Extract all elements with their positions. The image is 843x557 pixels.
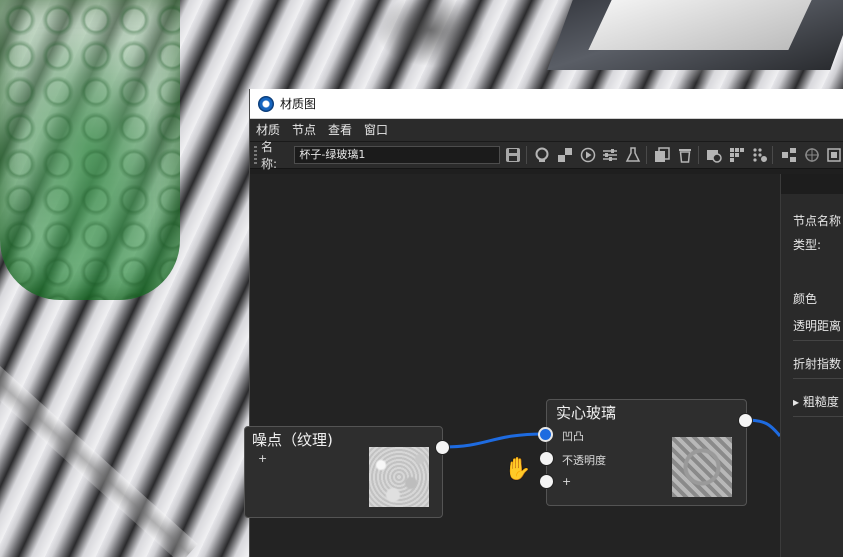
crosshair-icon[interactable]	[802, 145, 822, 165]
noise-texture-node[interactable]: 噪点（纹理) +	[244, 426, 443, 518]
type-label: 类型:	[793, 238, 822, 252]
nodes-layout-icon[interactable]	[779, 145, 799, 165]
roughness-group-toggle[interactable]: ▸ 粗糙度	[793, 393, 839, 410]
window-title: 材质图	[280, 97, 317, 111]
solid-glass-node-title: 实心玻璃	[556, 404, 617, 422]
play-circle-icon[interactable]	[578, 145, 598, 165]
opacity-port-label: 不透明度	[562, 454, 606, 467]
bump-input-socket[interactable]	[538, 427, 553, 442]
link-noise-to-bump[interactable]	[441, 432, 546, 449]
opacity-input-socket[interactable]	[539, 451, 554, 466]
name-label: 名称:	[260, 140, 277, 171]
color-label: 颜色	[793, 292, 818, 306]
toolbar-grip-icon[interactable]	[254, 146, 257, 164]
glass-rod-photo	[0, 330, 198, 557]
hand-cursor-icon: ✋	[504, 457, 532, 482]
toolbar: 名称: 杯子-绿玻璃1	[250, 140, 843, 171]
menu-window[interactable]: 窗口	[358, 119, 394, 141]
glass-add-input-socket[interactable]	[539, 474, 554, 489]
checker-icon[interactable]	[555, 145, 575, 165]
trash-icon[interactable]	[675, 145, 695, 165]
transmission-distance-label: 透明距离	[793, 319, 842, 333]
menu-node[interactable]: 节点	[286, 119, 322, 141]
material-name-field[interactable]: 杯子-绿玻璃1	[294, 146, 501, 164]
sliders-icon[interactable]	[600, 145, 620, 165]
duplicate-icon[interactable]	[653, 145, 673, 165]
panel-header	[781, 174, 843, 194]
bump-port-label: 凹凸	[562, 430, 584, 443]
flask-icon[interactable]	[623, 145, 643, 165]
glass-add-port-label: +	[562, 475, 572, 488]
solid-glass-node[interactable]: 实心玻璃 凹凸 不透明度 +	[546, 399, 747, 506]
noise-node-title: 噪点（纹理)	[252, 431, 333, 449]
menu-view[interactable]: 查看	[322, 119, 358, 141]
green-glass-photo	[0, 0, 180, 300]
app-logo-icon	[258, 95, 274, 112]
panel-divider	[793, 416, 843, 417]
noise-add-port[interactable]: +	[258, 452, 267, 465]
node-name-label: 节点名称	[793, 214, 842, 228]
material-graph-window: 材质图 材质 节点 查看 窗口 名称: 杯子-绿玻璃1 噪点（纹理) + 实心玻…	[244, 89, 843, 557]
toolbar-separator	[645, 146, 647, 164]
toolbar-separator	[772, 146, 774, 164]
grid-plus-icon[interactable]	[727, 145, 747, 165]
ior-label: 折射指数	[793, 357, 842, 371]
toolbar-separator	[525, 146, 527, 164]
menu-bar: 材质 节点 查看 窗口	[250, 119, 843, 142]
save-icon[interactable]	[503, 145, 523, 165]
noise-preview-thumbnail	[369, 447, 429, 507]
frame-icon[interactable]	[825, 145, 843, 165]
toolbar-separator	[697, 146, 699, 164]
panel-divider	[793, 378, 843, 379]
properties-panel: 节点名称 类型: 颜色 透明距离 折射指数 ▸ 粗糙度	[781, 174, 843, 557]
sphere-preview-icon[interactable]	[533, 145, 553, 165]
title-bar[interactable]: 材质图	[250, 89, 843, 119]
glass-preview-thumbnail	[672, 437, 732, 497]
node-graph-canvas[interactable]: 噪点（纹理) + 实心玻璃 凹凸 不透明度 + ✋	[244, 174, 781, 557]
noise-output-socket[interactable]	[435, 440, 450, 455]
book-page-photo	[588, 0, 812, 50]
camera-icon[interactable]	[705, 145, 725, 165]
glass-output-socket[interactable]	[738, 413, 753, 428]
dots-plus-icon[interactable]	[750, 145, 770, 165]
panel-divider	[793, 340, 843, 341]
